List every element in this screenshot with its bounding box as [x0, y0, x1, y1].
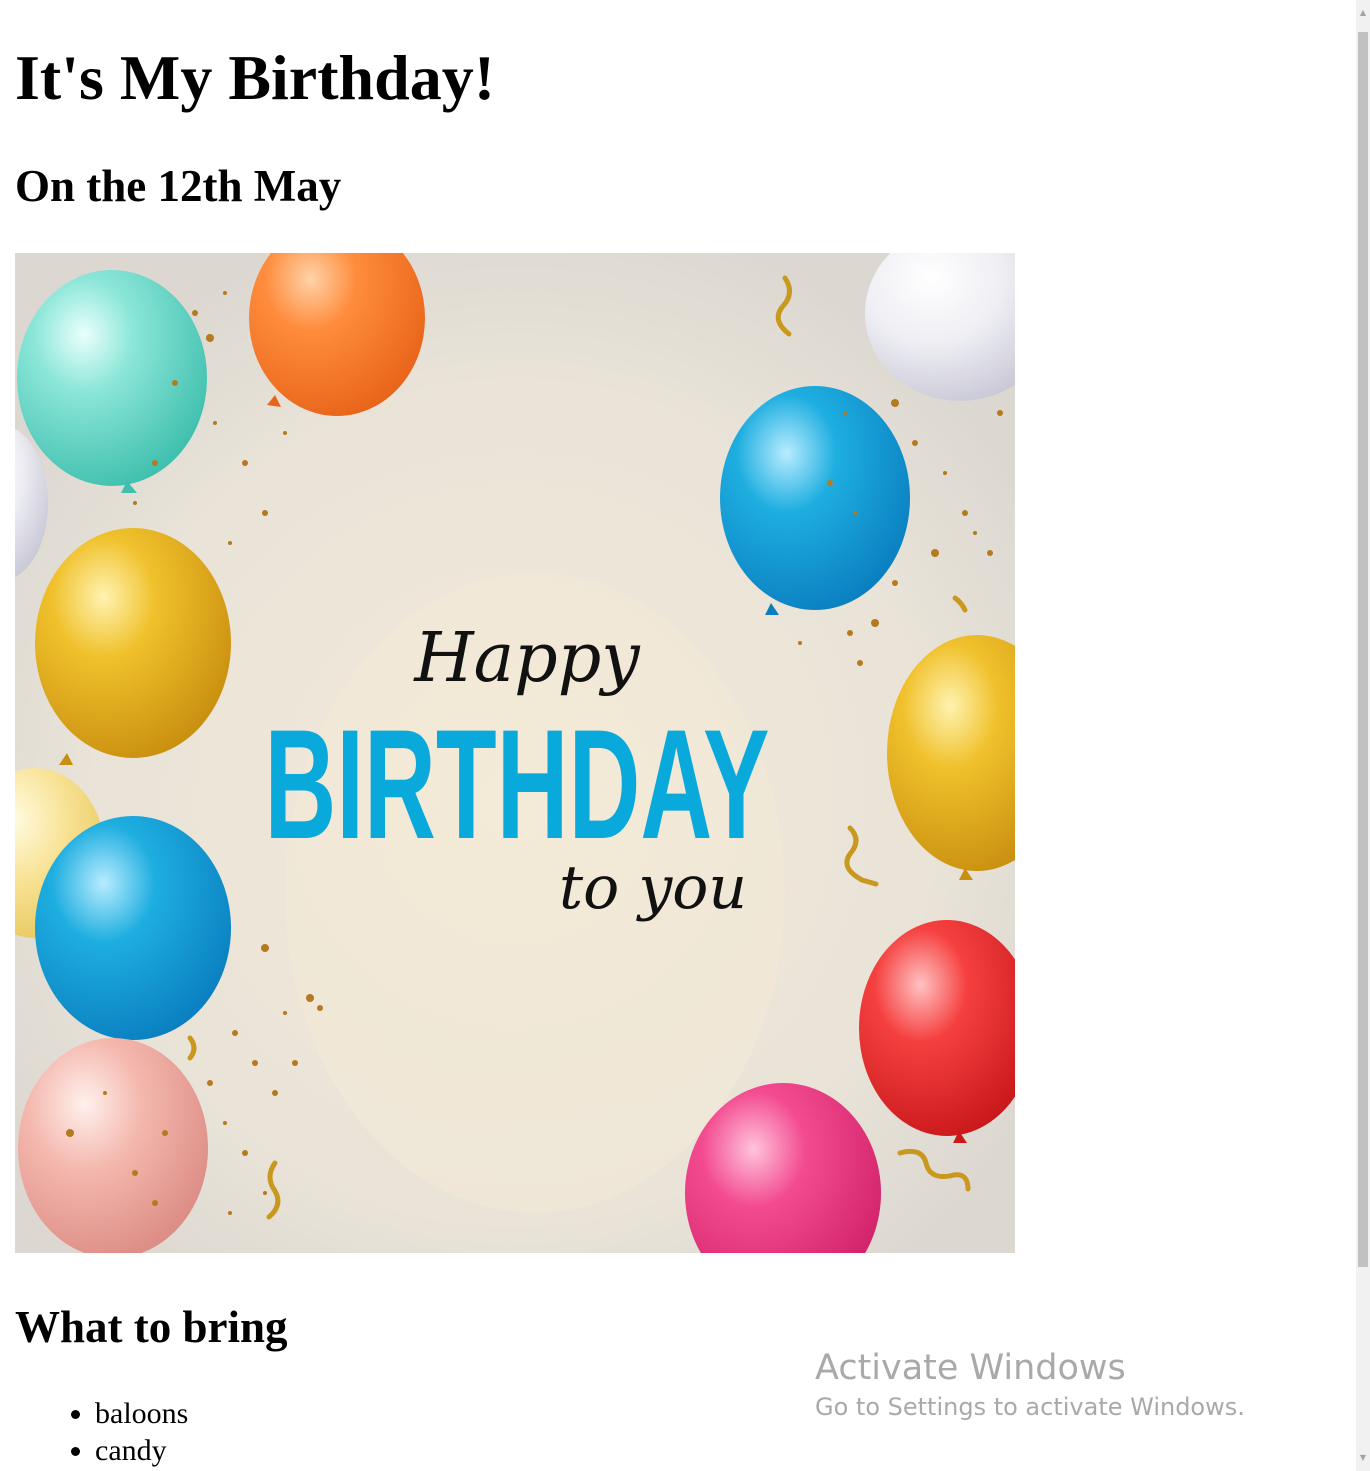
banner-script-to-you: to you — [559, 853, 747, 923]
activate-windows-watermark: Activate Windows Go to Settings to activ… — [815, 1347, 1245, 1422]
balloon-peach — [18, 1038, 208, 1258]
what-to-bring-heading: What to bring — [15, 1302, 288, 1352]
banner-script-happy: Happy — [412, 619, 641, 698]
balloon-blue-left — [35, 816, 231, 1040]
vertical-scrollbar[interactable]: ▲ ▼ — [1356, 0, 1370, 1471]
activate-windows-subtitle: Go to Settings to activate Windows. — [815, 1393, 1245, 1421]
activate-windows-title: Activate Windows — [815, 1348, 1126, 1388]
list-item: candy — [95, 1432, 188, 1469]
banner-birthday-text: BIRTHDAY — [265, 698, 770, 872]
page-title: It's My Birthday! — [15, 42, 495, 113]
scroll-down-arrow-icon[interactable]: ▼ — [1356, 1451, 1370, 1465]
date-heading: On the 12th May — [15, 161, 342, 211]
birthday-banner-image: Happy BIRTHDAY to you — [0, 220, 1067, 1303]
list-item: baloons — [95, 1395, 188, 1432]
scrollbar-thumb[interactable] — [1358, 32, 1368, 1267]
bring-list: baloons candy — [15, 1395, 188, 1469]
scroll-up-arrow-icon[interactable]: ▲ — [1356, 6, 1370, 20]
